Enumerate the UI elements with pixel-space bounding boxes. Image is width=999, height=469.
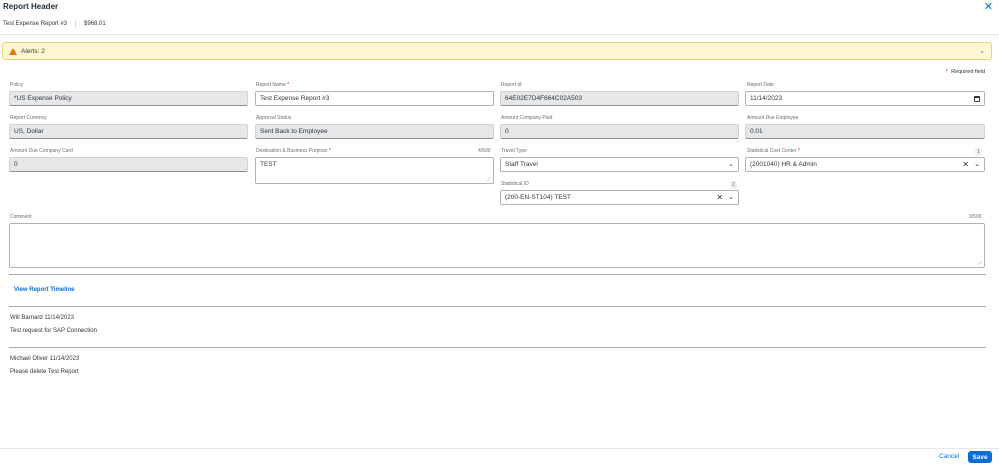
required-field-note: * Required field [946,69,985,75]
clear-icon[interactable]: ✕ [962,160,969,169]
required-field-text: Required field [951,69,985,75]
calendar-icon[interactable] [974,95,980,102]
statistical-cost-center-label-text: Statistical Cost Center [747,148,797,154]
comment-textarea[interactable] [9,223,985,268]
amount-company-paid-value: 0 [505,128,509,135]
statistical-id-badge: 2 [730,181,737,189]
report-currency-field: US, Dollar [9,124,248,139]
destination-purpose-textarea[interactable]: TEST [255,157,494,184]
timeline-entry-text: Test request for SAP Connection [10,328,97,334]
alerts-label: Alerts: 2 [21,47,45,55]
timeline-entry-author: Will Barnard 11/14/2023 [10,315,74,321]
clear-icon[interactable]: ✕ [716,193,723,202]
report-id-value: 64E02E7D4F664C02A503 [505,95,582,102]
section-divider [9,274,986,275]
report-currency-label: Report Currency [10,115,47,121]
amount-company-paid-label: Amount Company Paid [501,115,553,121]
travel-type-label: Travel Type [501,148,527,154]
report-currency-value: US, Dollar [14,128,44,135]
alerts-bar[interactable]: Alerts: 2 ⌄ [2,42,992,60]
warning-icon [9,47,17,55]
section-divider [9,306,986,307]
amount-company-paid-field: 0 [500,124,739,139]
statistical-id-select[interactable]: (200-EN-ST104) TEST ✕ ⌄ [500,190,739,205]
report-name-label: Report Name * [256,82,289,88]
report-date-value: 11/14/2023 [750,95,783,102]
close-icon[interactable]: ✕ [984,0,993,13]
destination-purpose-label: Destination & Business Purpose * [256,148,331,154]
destination-purpose-counter: 4/500 [478,148,491,154]
report-summary: Test Expense Report #3 $968.01 [3,20,106,28]
amount-due-employee-field: 0.01 [745,124,985,139]
amount-due-employee-label: Amount Due Employee [747,115,799,121]
report-name-value: Test Expense Report #3 [260,95,330,102]
footer-divider [0,448,999,449]
amount-due-company-card-label: Amount Due Company Card [10,148,73,154]
timeline-entry-text: Please delete Test Report [10,369,79,375]
approval-status-label: Approval Status [256,115,292,121]
save-button[interactable]: Save [968,451,992,463]
comment-counter: 0/500 [969,214,982,220]
comment-label: Comment [10,214,32,220]
page-title: Report Header [3,2,59,11]
amount-due-employee-value: 0.01 [750,128,763,135]
report-summary-amount: $968.01 [84,21,106,27]
report-name-input[interactable]: Test Expense Report #3 [255,91,494,106]
report-date-label: Report Date [747,82,774,88]
statistical-id-value: (200-EN-ST104) TEST [505,194,571,201]
report-id-label: Report Id [501,82,522,88]
chevron-down-icon[interactable]: ⌄ [728,161,734,168]
resize-handle[interactable] [487,177,491,181]
resize-handle[interactable] [978,261,982,265]
divider [75,20,77,28]
required-star: * [797,148,800,154]
view-report-timeline-link[interactable]: View Report Timeline [14,287,74,293]
report-date-input[interactable]: 11/14/2023 [745,91,985,106]
report-name-label-text: Report Name [256,82,286,88]
statistical-cost-center-badge: 1 [975,148,982,156]
travel-type-select[interactable]: Staff Travel ⌄ [500,157,739,172]
amount-due-company-card-value: 0 [14,161,18,168]
section-divider [9,347,986,348]
amount-due-company-card-field: 0 [9,157,248,172]
report-summary-name: Test Expense Report #3 [3,21,68,27]
travel-type-value: Staff Travel [505,161,538,168]
timeline-entry-author: Michael Oliver 11/14/2023 [10,356,80,362]
required-star: * [945,69,949,75]
chevron-down-icon[interactable]: ⌄ [979,47,985,55]
destination-purpose-value: TEST [260,161,277,168]
statistical-cost-center-select[interactable]: (2001040) HR & Admin ✕ ⌄ [745,157,985,172]
cancel-button[interactable]: Cancel [939,453,959,460]
chevron-down-icon[interactable]: ⌄ [728,194,734,201]
destination-purpose-label-text: Destination & Business Purpose [256,148,328,154]
report-id-field: 64E02E7D4F664C02A503 [500,91,739,106]
header-divider [0,34,999,35]
statistical-cost-center-value: (2001040) HR & Admin [750,161,817,168]
policy-label: Policy [10,82,24,88]
approval-status-field: Sent Back to Employee [255,124,494,139]
required-star: * [287,82,290,88]
approval-status-value: Sent Back to Employee [260,128,328,135]
statistical-cost-center-label: Statistical Cost Center * [747,148,800,154]
statistical-id-label: Statistical ID [501,181,529,187]
policy-field: *US Expense Policy [9,91,248,106]
required-star: * [328,148,331,154]
chevron-down-icon[interactable]: ⌄ [974,161,980,168]
policy-value: *US Expense Policy [14,95,72,102]
